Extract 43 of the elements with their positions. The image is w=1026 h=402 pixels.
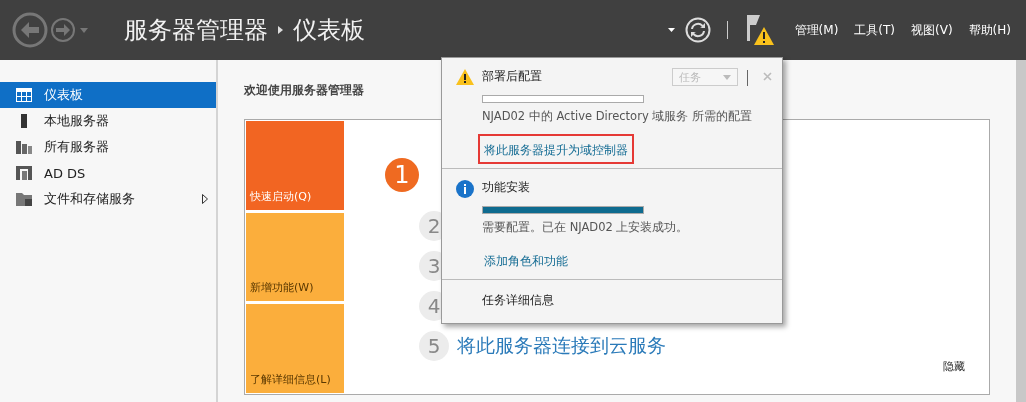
chevron-icon <box>278 26 283 34</box>
close-icon[interactable] <box>763 72 772 81</box>
welcome-heading: 欢迎使用服务器管理器 <box>244 82 364 99</box>
warning-icon <box>456 69 474 85</box>
caret-icon <box>723 74 731 80</box>
task-description: NJAD02 中的 Active Directory 域服务 所需的配置 <box>482 109 752 124</box>
servers-icon <box>16 140 32 154</box>
menu-item[interactable]: 视图(V) <box>908 21 956 39</box>
sidebar-item[interactable]: 仪表板 <box>0 82 216 108</box>
sidebar-item[interactable]: 所有服务器 <box>0 134 216 160</box>
forward-button[interactable] <box>50 17 76 43</box>
task-title: 部署后配置 <box>482 68 542 85</box>
step-number: 1 <box>385 158 419 192</box>
step-number: 5 <box>419 331 449 361</box>
refresh-icon[interactable] <box>684 17 711 43</box>
menu-item[interactable]: 帮助(H) <box>965 21 1014 39</box>
folder-icon <box>16 192 32 206</box>
sidebar-label: 本地服务器 <box>44 112 110 130</box>
menu-item[interactable]: 工具(T) <box>851 21 899 39</box>
menu-item[interactable]: 管理(M) <box>791 21 842 39</box>
tile-tab[interactable]: 新增功能(W) <box>246 212 344 302</box>
breadcrumb-item[interactable]: 服务器管理器 <box>124 14 268 46</box>
sidebar-item[interactable]: AD DS <box>0 160 216 186</box>
dashboard-icon <box>16 88 32 102</box>
step-link[interactable]: 将此服务器连接到云服务 <box>457 333 666 359</box>
scrollbar[interactable] <box>1016 60 1026 402</box>
sidebar-item[interactable]: 文件和存储服务 <box>0 186 216 212</box>
sidebar-label: 所有服务器 <box>44 138 110 156</box>
sidebar-label: 文件和存储服务 <box>44 190 136 208</box>
breadcrumb-item: 仪表板 <box>293 15 365 46</box>
back-button[interactable] <box>12 12 48 48</box>
sidebar-item[interactable]: 本地服务器 <box>0 108 216 134</box>
tile-tab[interactable]: 了解详细信息(L) <box>246 304 344 393</box>
caret-icon[interactable] <box>667 28 675 32</box>
info-icon <box>456 180 474 198</box>
sidebar-label: AD DS <box>44 165 87 181</box>
task-link[interactable]: 添加角色和功能 <box>484 254 568 268</box>
hide-link[interactable]: 隐藏 <box>943 359 965 374</box>
directory-icon <box>16 166 32 180</box>
task-description: 需要配置。已在 NJAD02 上安装成功。 <box>482 220 689 235</box>
task-title: 功能安装 <box>482 179 530 196</box>
sidebar-label: 仪表板 <box>44 86 84 104</box>
expand-icon[interactable] <box>202 194 208 204</box>
